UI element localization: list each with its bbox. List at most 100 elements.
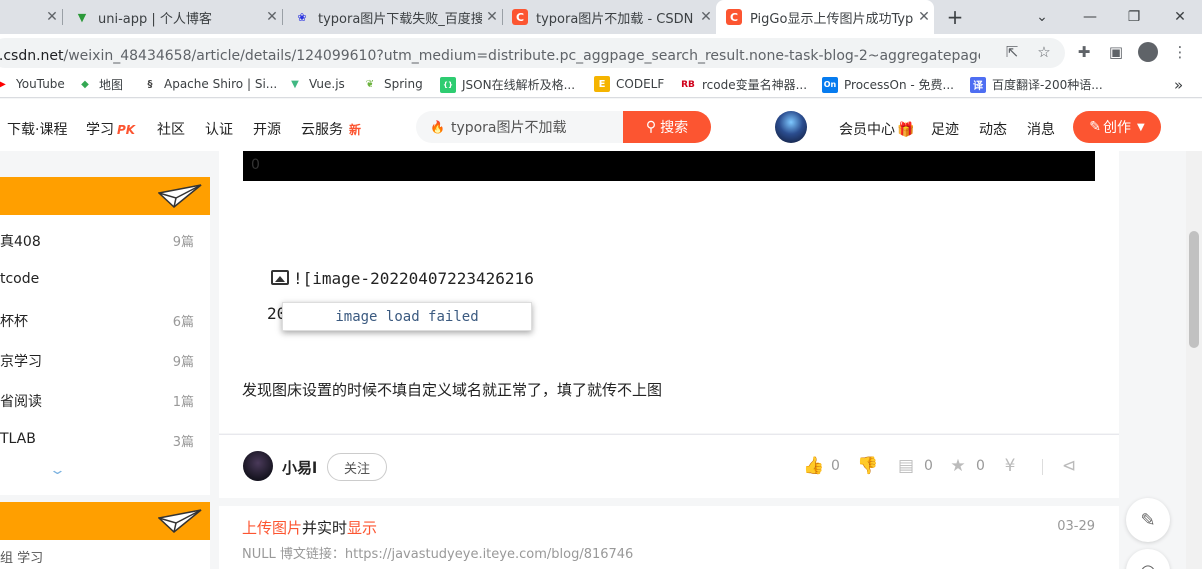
bookmark-codelf[interactable]: E CODELF [594, 76, 664, 92]
reward-button[interactable]: ¥ [1000, 457, 1028, 475]
dislike-button[interactable]: 👎 [857, 457, 885, 475]
page-scrollbar[interactable] [1186, 151, 1202, 569]
nav-download-course[interactable]: 下载·课程 [7, 119, 67, 139]
article-body: 0 ![image-20220407223426216 20 image loa… [219, 151, 1119, 433]
recommendation-description: NULL 博文链接：https://javastudyeye.iteye.com… [242, 547, 634, 562]
scrollbar-thumb[interactable] [1189, 231, 1199, 348]
close-window-button[interactable]: ✕ [1158, 0, 1202, 34]
reward-yen-icon: ¥ [1004, 456, 1016, 476]
category-item[interactable]: TLAB 3篇 [0, 419, 210, 459]
bookmark-baidu-translate[interactable]: 译百度翻译-200种语... [970, 76, 1103, 93]
nav-vip-center[interactable]: 会员中心 🎁 [839, 119, 914, 139]
author-toolbar: 小易l 关注 👍 0 👎 ▤ 0 ★ 0 ¥ ⊲ [219, 434, 1119, 498]
nav-footprint[interactable]: 足迹 [931, 119, 959, 139]
close-icon[interactable]: ✕ [262, 9, 282, 25]
edit-icon: ✎ [1140, 509, 1156, 531]
tab-baidu[interactable]: ❀ typora图片下载失败_百度搜 ✕ [284, 0, 502, 34]
recommendation-item[interactable]: 上传图片并实时显示 03-29 NULL 博文链接：https://javast… [219, 506, 1119, 569]
category-list: 真408 9篇 tcode 杯杯 6篇 京学习 9篇 省阅读 1篇 TLAB 3篇 ⌄ [0, 215, 210, 495]
nav-learn[interactable]: 学习 PK [86, 119, 135, 139]
nav-open-source[interactable]: 开源 [253, 119, 281, 139]
article-paragraph: 发现图床设置的时候不填自定义域名就正常了，填了就传不上图 [242, 381, 663, 399]
bookmarks-bar: ▶ YouTube ◆ 地图 § Apache Shiro | Si... ▼ Vue.… [0, 72, 1202, 98]
paper-plane-icon [158, 509, 202, 533]
comment-button[interactable]: ▤ 0 [896, 457, 933, 475]
tab-partial-left[interactable]: ✕ [0, 0, 62, 34]
nav-messages[interactable]: 消息 [1027, 119, 1055, 139]
like-button[interactable]: 👍 0 [803, 457, 840, 475]
menu-kebab-icon[interactable]: ⋮ [1169, 41, 1191, 63]
pk-badge: PK [117, 123, 136, 137]
codelf-icon: E [594, 76, 610, 92]
thumbs-up-icon: 👍 [803, 456, 825, 476]
create-button[interactable]: ✎ 创作 ▼ [1073, 111, 1161, 143]
nav-certification[interactable]: 认证 [205, 119, 233, 139]
bookmark-spring[interactable]: ❦ Spring [362, 76, 423, 92]
tab-divider [282, 9, 283, 25]
thumbs-down-icon: 👎 [857, 456, 879, 476]
vue-icon: ▼ [291, 78, 299, 90]
category-item[interactable]: 真408 9篇 [0, 219, 210, 259]
uniapp-icon: ▼ [77, 10, 87, 24]
nav-community[interactable]: 社区 [157, 119, 185, 139]
profile-icon[interactable] [1137, 41, 1159, 63]
gift-icon: 🎁 [897, 122, 915, 138]
bookmark-vue[interactable]: ▼ Vue.js [287, 76, 345, 92]
bookmark-maps[interactable]: ◆ 地图 [77, 76, 123, 93]
image-load-failed-tooltip: image load failed [282, 302, 532, 331]
tab-uniapp[interactable]: ▼ uni-app | 个人博客 ✕ [64, 0, 282, 34]
close-icon[interactable]: ✕ [482, 9, 502, 25]
minimize-button[interactable]: — [1068, 0, 1112, 34]
category-item[interactable]: 省阅读 1篇 [0, 379, 210, 419]
url-text[interactable]: g.csdn.net/weixin_48434658/article/detai… [0, 48, 980, 64]
side-panel-icon[interactable]: ▣ [1105, 41, 1127, 63]
search-float-button[interactable]: ○ [1126, 549, 1170, 569]
code-block: 0 [243, 151, 1095, 181]
category-item[interactable]: 组 学习 [0, 547, 43, 566]
close-icon[interactable]: ✕ [42, 9, 62, 25]
close-icon[interactable]: ✕ [914, 9, 934, 25]
flame-icon: 🔥 [430, 120, 445, 134]
category-item[interactable]: 杯杯 6篇 [0, 299, 210, 339]
nav-activity[interactable]: 动态 [979, 119, 1007, 139]
share-icon[interactable]: ⇱ [1001, 41, 1023, 63]
chevron-down-icon[interactable]: ⌄ [49, 463, 66, 478]
edit-float-button[interactable]: ✎ [1126, 498, 1170, 542]
new-tab-button[interactable]: + [944, 6, 966, 28]
nav-cloud-service[interactable]: 云服务新 [301, 119, 361, 139]
close-icon[interactable]: ✕ [696, 9, 716, 25]
recommendation-title[interactable]: 上传图片并实时显示 [242, 517, 377, 538]
user-avatar[interactable] [775, 111, 807, 143]
tab-csdn-search[interactable]: C typora图片不加载 - CSDN ✕ [502, 0, 716, 34]
tab-csdn-article[interactable]: C PigGo显示上传图片成功Typ ✕ [716, 0, 934, 34]
bookmark-shiro[interactable]: § Apache Shiro | Si... [142, 76, 278, 92]
follow-button[interactable]: 关注 [327, 453, 387, 481]
bookmark-youtube[interactable]: ▶ YouTube [0, 76, 65, 92]
star-icon: ★ [950, 456, 966, 476]
comment-icon: ▤ [897, 456, 915, 476]
divider [1042, 459, 1043, 475]
json-icon: {} [440, 76, 456, 93]
csdn-c-icon: C [726, 9, 742, 25]
extensions-puzzle-icon[interactable]: ✚ [1073, 41, 1095, 63]
author-avatar[interactable] [243, 451, 273, 481]
favorite-button[interactable]: ★ 0 [948, 457, 985, 475]
bookmark-processon[interactable]: On ProcessOn - 免费... [822, 76, 954, 93]
category-item[interactable]: tcode [0, 259, 210, 299]
tab-search-icon[interactable]: ⌄ [1020, 0, 1064, 34]
share-button[interactable]: ⊲ [1059, 457, 1087, 475]
restore-button[interactable]: ❐ [1112, 0, 1156, 34]
broken-image-icon [271, 270, 289, 285]
caret-down-icon: ▼ [1137, 121, 1145, 133]
author-name[interactable]: 小易l [282, 457, 317, 478]
bookmark-json[interactable]: {} JSON在线解析及格... [440, 76, 575, 93]
category-item[interactable]: 京学习 9篇 [0, 339, 210, 379]
omnibox[interactable]: g.csdn.net/weixin_48434658/article/detai… [0, 38, 1065, 68]
bookmark-rcode[interactable]: RB rcode变量名神器... [680, 76, 807, 93]
search-button[interactable]: ⚲ 搜索 [623, 111, 711, 143]
search-input[interactable]: 🔥 typora图片不加载 [416, 111, 624, 143]
more-bookmarks-button[interactable]: » [1174, 76, 1183, 94]
bookmark-star-icon[interactable]: ☆ [1033, 41, 1055, 63]
url-path: /weixin_48434658/article/details/1240996… [63, 48, 980, 64]
rcode-icon: RB [681, 79, 695, 90]
